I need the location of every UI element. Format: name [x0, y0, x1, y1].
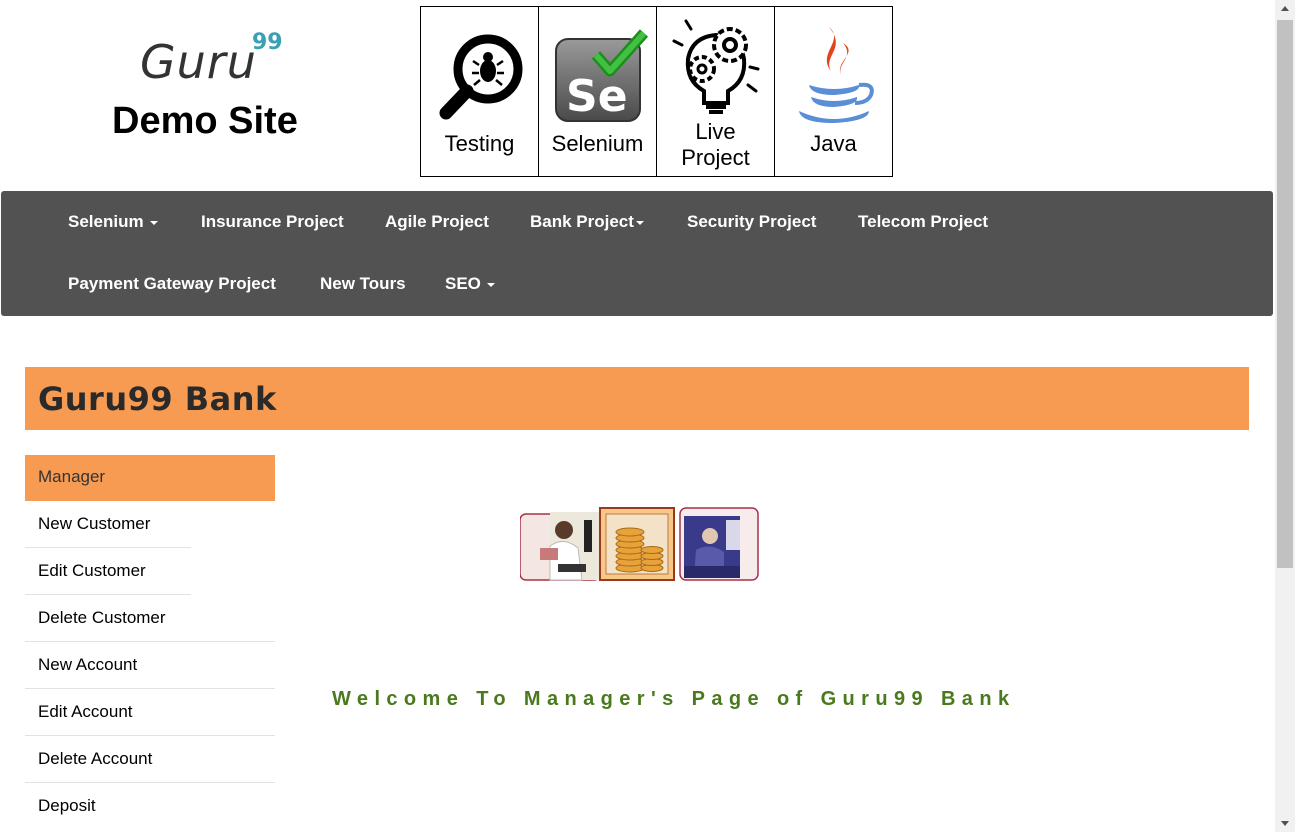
tile-java[interactable]: Java: [774, 6, 893, 177]
side-menu: Manager New Customer Edit Customer Delet…: [25, 455, 275, 830]
tile-label-line2: Project: [681, 145, 750, 170]
menu-item-delete-customer[interactable]: Delete Customer: [25, 595, 275, 642]
coins-image: [599, 507, 675, 581]
bug-magnifier-icon: [439, 34, 522, 120]
caret-down-icon: [635, 220, 644, 225]
svg-text:Se: Se: [566, 71, 628, 122]
bank-images: [520, 507, 759, 581]
menu-item-manager[interactable]: Manager: [25, 455, 275, 501]
selenium-icon: Se: [554, 29, 648, 122]
logo-text: Guru: [140, 35, 257, 89]
scroll-thumb[interactable]: [1277, 20, 1293, 568]
menu-item-new-account[interactable]: New Account: [25, 642, 275, 689]
tile-testing[interactable]: Testing: [420, 6, 538, 177]
scroll-down-arrow-icon[interactable]: [1281, 821, 1289, 826]
nav-label: Bank Project: [530, 212, 634, 231]
nav-seo[interactable]: SEO: [445, 274, 495, 294]
site-title: Demo Site: [112, 100, 298, 142]
tile-label: Selenium: [551, 131, 644, 156]
tile-label-line1: Live: [695, 119, 736, 144]
nav-agile-project[interactable]: Agile Project: [385, 212, 489, 232]
nav-security-project[interactable]: Security Project: [687, 212, 816, 232]
gear-bulb-icon: [672, 19, 759, 114]
menu-item-new-customer[interactable]: New Customer: [25, 501, 191, 548]
logo-superscript: 99: [252, 30, 283, 55]
caret-down-icon: [486, 282, 495, 287]
tile-live-project[interactable]: Live Project: [656, 6, 774, 177]
nav-telecom-project[interactable]: Telecom Project: [858, 212, 988, 232]
course-tiles: Testing Se Selenium Live Project Java: [420, 6, 893, 177]
main-navbar: Selenium Insurance Project Agile Project…: [1, 191, 1273, 316]
nav-label: SEO: [445, 274, 481, 293]
nav-label: Selenium: [68, 212, 144, 231]
scroll-up-arrow-icon[interactable]: [1281, 6, 1289, 11]
nav-bank-project[interactable]: Bank Project: [530, 212, 644, 232]
tile-label: Java: [810, 131, 857, 156]
site-logo[interactable]: Guru 99 Demo Site: [100, 28, 320, 148]
office-person-image: [679, 507, 759, 581]
java-icon: [798, 27, 874, 123]
bank-banner: Guru99 Bank: [25, 367, 1249, 430]
nav-payment-gateway-project[interactable]: Payment Gateway Project: [68, 274, 276, 294]
phone-person-image: [520, 512, 601, 581]
welcome-message: Welcome To Manager's Page of Guru99 Bank: [332, 688, 1016, 710]
nav-new-tours[interactable]: New Tours: [320, 274, 406, 294]
nav-insurance-project[interactable]: Insurance Project: [201, 212, 344, 232]
tile-selenium[interactable]: Se Selenium: [538, 6, 656, 177]
menu-item-delete-account[interactable]: Delete Account: [25, 736, 275, 783]
caret-down-icon: [149, 220, 158, 225]
menu-item-edit-customer[interactable]: Edit Customer: [25, 548, 191, 595]
page-title: Guru99 Bank: [38, 380, 277, 418]
menu-item-deposit[interactable]: Deposit: [25, 783, 275, 830]
nav-selenium[interactable]: Selenium: [68, 212, 158, 232]
menu-item-edit-account[interactable]: Edit Account: [25, 689, 275, 736]
tile-label: Testing: [444, 131, 515, 156]
vertical-scrollbar[interactable]: [1275, 0, 1295, 832]
